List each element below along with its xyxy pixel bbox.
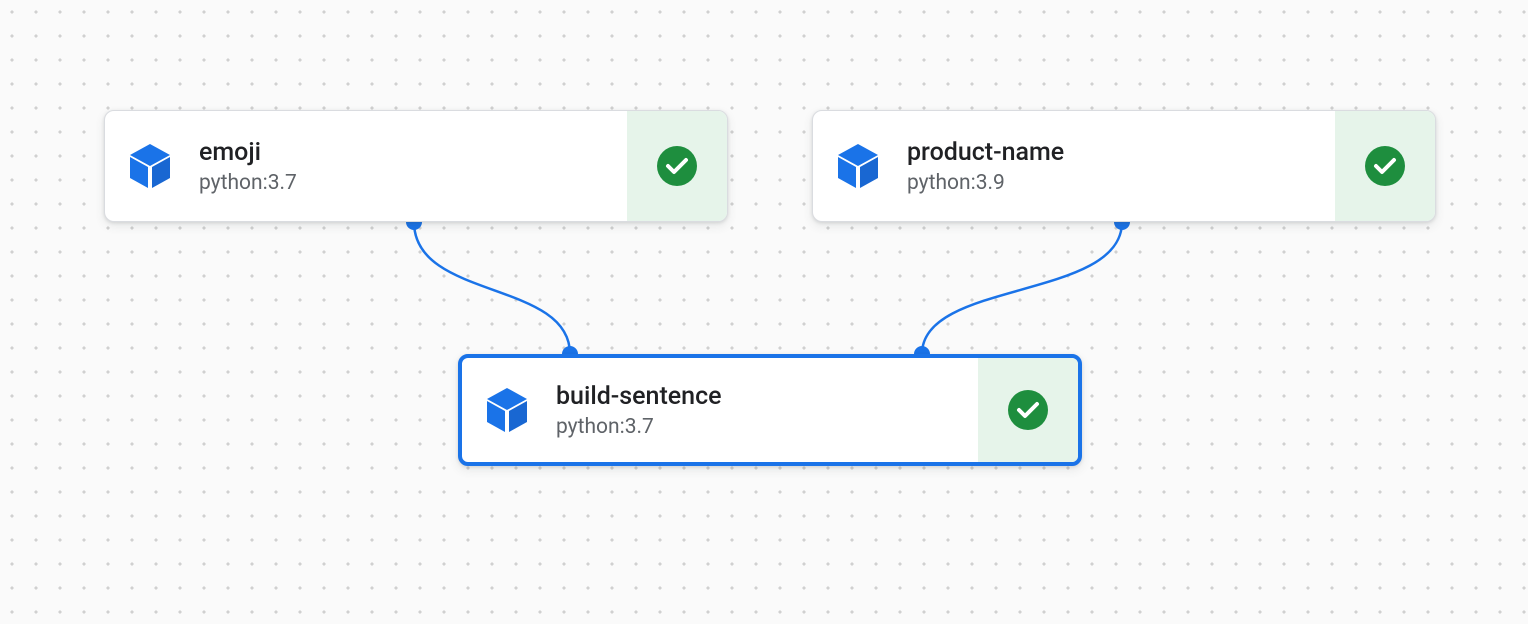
node-icon-wrap <box>462 388 552 432</box>
node-emoji[interactable]: emoji python:3.7 <box>104 110 728 222</box>
edge-productname-to-build <box>922 222 1122 354</box>
node-title: product-name <box>907 137 1335 170</box>
node-body: build-sentence python:3.7 <box>552 381 978 440</box>
cube-icon <box>487 388 527 432</box>
node-subtitle: python:3.9 <box>907 171 1335 195</box>
node-subtitle: python:3.7 <box>199 171 627 195</box>
cube-icon <box>130 144 170 188</box>
node-status <box>627 111 727 221</box>
pipeline-canvas[interactable]: emoji python:3.7 product-name python:3.9 <box>0 0 1528 624</box>
node-body: emoji python:3.7 <box>195 137 627 196</box>
check-circle-icon <box>657 146 697 186</box>
node-icon-wrap <box>813 144 903 188</box>
edge-layer <box>0 0 1528 624</box>
node-icon-wrap <box>105 144 195 188</box>
check-circle-icon <box>1365 146 1405 186</box>
node-title: emoji <box>199 137 627 170</box>
node-status <box>1335 111 1435 221</box>
node-body: product-name python:3.9 <box>903 137 1335 196</box>
cube-icon <box>838 144 878 188</box>
node-product-name[interactable]: product-name python:3.9 <box>812 110 1436 222</box>
node-title: build-sentence <box>556 381 978 414</box>
check-circle-icon <box>1008 390 1048 430</box>
node-status <box>978 358 1078 462</box>
node-subtitle: python:3.7 <box>556 415 978 439</box>
edge-emoji-to-build <box>414 222 570 354</box>
node-build-sentence[interactable]: build-sentence python:3.7 <box>458 354 1082 466</box>
